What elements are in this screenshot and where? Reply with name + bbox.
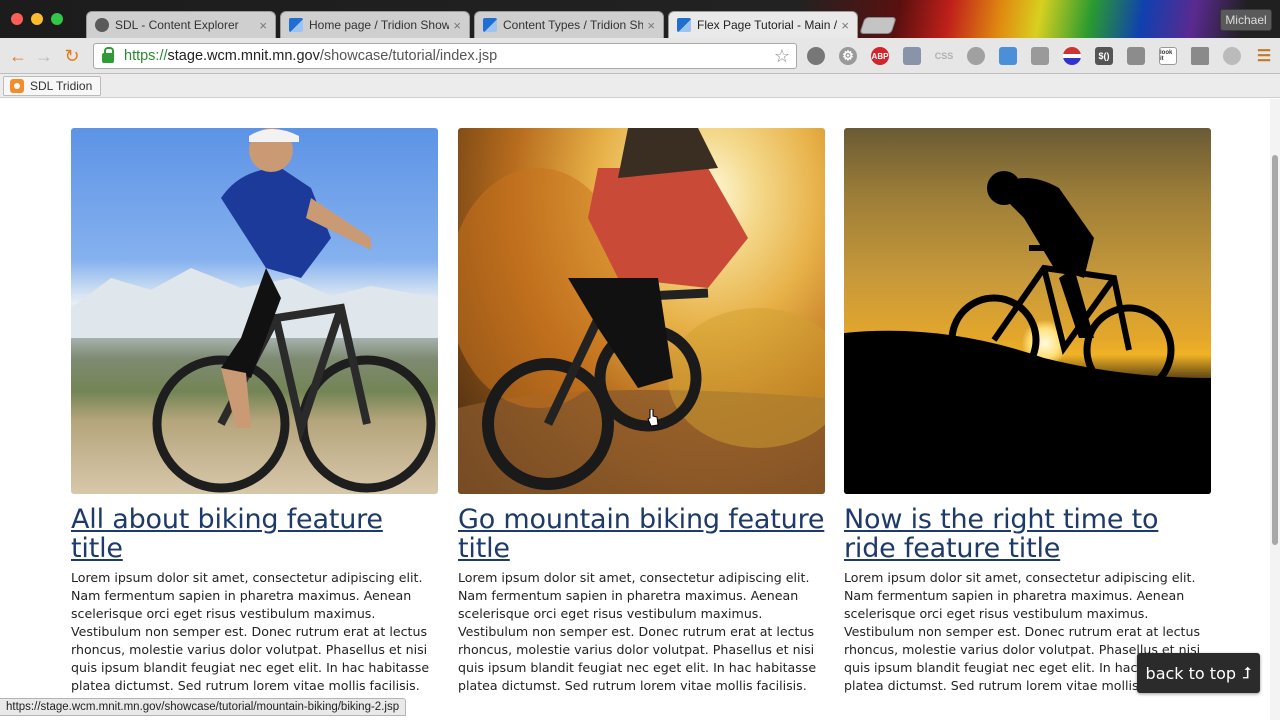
jquery-extension-icon[interactable]: $() [1095, 47, 1113, 65]
mountain-biker-illustration [458, 128, 825, 494]
gear-extension-icon[interactable]: ⚙ [839, 47, 857, 65]
tab-content-types[interactable]: Content Types / Tridion Sh × [474, 11, 664, 38]
page-icon [289, 18, 303, 32]
browser-tab-strip: SDL - Content Explorer × Home page / Tri… [0, 0, 1280, 38]
profile-button[interactable]: Michael [1220, 9, 1272, 31]
bookmark-label: SDL Tridion [30, 79, 93, 93]
page-viewport: All about biking feature title Lorem ips… [0, 99, 1270, 720]
bookmark-star-icon[interactable]: ☆ [774, 46, 790, 67]
globe-extension-icon[interactable] [807, 47, 825, 65]
look-it-extension-icon[interactable]: look it [1159, 47, 1177, 65]
close-tab-icon[interactable]: × [453, 18, 461, 33]
cyclist-mountain-road-photo[interactable] [71, 128, 438, 494]
bookmarks-bar: SDL Tridion [0, 74, 1280, 98]
page-icon [677, 18, 691, 32]
cyclist-sunset-silhouette-photo[interactable] [844, 128, 1211, 494]
url-host: stage.wcm.mnit.mn.gov [167, 48, 320, 64]
page-scrollbar[interactable] [1270, 99, 1280, 720]
feature-card: Go mountain biking feature title Lorem i… [458, 128, 825, 695]
css-viewer-icon[interactable]: CSS [935, 47, 954, 65]
browser-toolbar: ← → ↻ https://stage.wcm.mnit.mn.gov/show… [0, 38, 1280, 74]
page-icon [483, 18, 497, 32]
color-picker-icon[interactable] [1031, 47, 1049, 65]
tab-title: Flex Page Tutorial - Main / [697, 18, 838, 32]
tab-title: Home page / Tridion Show [309, 18, 450, 32]
bookmark-sdl-tridion[interactable]: SDL Tridion [3, 76, 102, 96]
close-tab-icon[interactable]: × [259, 18, 267, 33]
feature-card: All about biking feature title Lorem ips… [71, 128, 438, 695]
info-extension-icon[interactable] [967, 47, 985, 65]
feature-card: Now is the right time to ride feature ti… [844, 128, 1211, 695]
mountain-biker-autumn-trail-photo[interactable] [458, 128, 825, 494]
back-to-top-label: back to top [1145, 663, 1237, 683]
back-to-top-button[interactable]: back to top ⮥ [1137, 653, 1260, 693]
feature-body: Lorem ipsum dolor sit amet, consectetur … [458, 570, 817, 693]
close-tab-icon[interactable]: × [647, 18, 655, 33]
cyclist-illustration [71, 128, 438, 493]
sdl-tridion-icon [10, 79, 24, 93]
tab-title: SDL - Content Explorer [115, 18, 239, 32]
feature-title-link[interactable]: Now is the right time to ride feature ti… [844, 505, 1211, 563]
scrollbar-thumb[interactable] [1272, 155, 1278, 545]
reload-icon[interactable]: ↻ [62, 46, 82, 66]
url-scheme: https:// [124, 48, 168, 64]
copy-extension-icon[interactable] [1127, 47, 1145, 65]
link-status-bar: https://stage.wcm.mnit.mn.gov/showcase/t… [0, 698, 407, 716]
drive-extension-icon[interactable] [1191, 47, 1209, 65]
extension-icon[interactable] [1223, 47, 1241, 65]
feature-title-link[interactable]: Go mountain biking feature title [458, 505, 825, 563]
extension-icon[interactable] [903, 47, 921, 65]
lock-icon [102, 47, 114, 63]
adblock-icon[interactable]: ABP [871, 47, 889, 65]
feature-title-link[interactable]: All about biking feature title [71, 505, 438, 563]
close-tab-icon[interactable]: × [841, 18, 849, 33]
silhouette-illustration [844, 171, 1211, 494]
forward-arrow-icon[interactable]: → [34, 46, 54, 66]
address-bar[interactable]: https://stage.wcm.mnit.mn.gov/showcase/t… [93, 43, 797, 69]
tab-title: Content Types / Tridion Sh [503, 18, 644, 32]
feature-body: Lorem ipsum dolor sit amet, consectetur … [71, 570, 430, 693]
menu-icon[interactable]: ☰ [1255, 47, 1273, 65]
hand-cursor-icon [647, 409, 659, 427]
tab-flex-page-tutorial[interactable]: Flex Page Tutorial - Main / × [668, 11, 858, 38]
tab-home-page[interactable]: Home page / Tridion Show × [280, 11, 470, 38]
maximize-window-button[interactable] [51, 13, 63, 25]
new-tab-button[interactable] [859, 17, 897, 34]
sdl-icon [95, 18, 109, 32]
close-window-button[interactable] [11, 13, 23, 25]
minimize-window-button[interactable] [31, 13, 43, 25]
tab-sdl-content-explorer[interactable]: SDL - Content Explorer × [86, 11, 276, 38]
arrow-up-icon: ⮥ [1242, 663, 1252, 682]
camera-extension-icon[interactable] [999, 47, 1017, 65]
url-path: /showcase/tutorial/index.jsp [319, 48, 498, 64]
back-arrow-icon[interactable]: ← [8, 46, 28, 66]
flag-extension-icon[interactable] [1063, 47, 1081, 65]
